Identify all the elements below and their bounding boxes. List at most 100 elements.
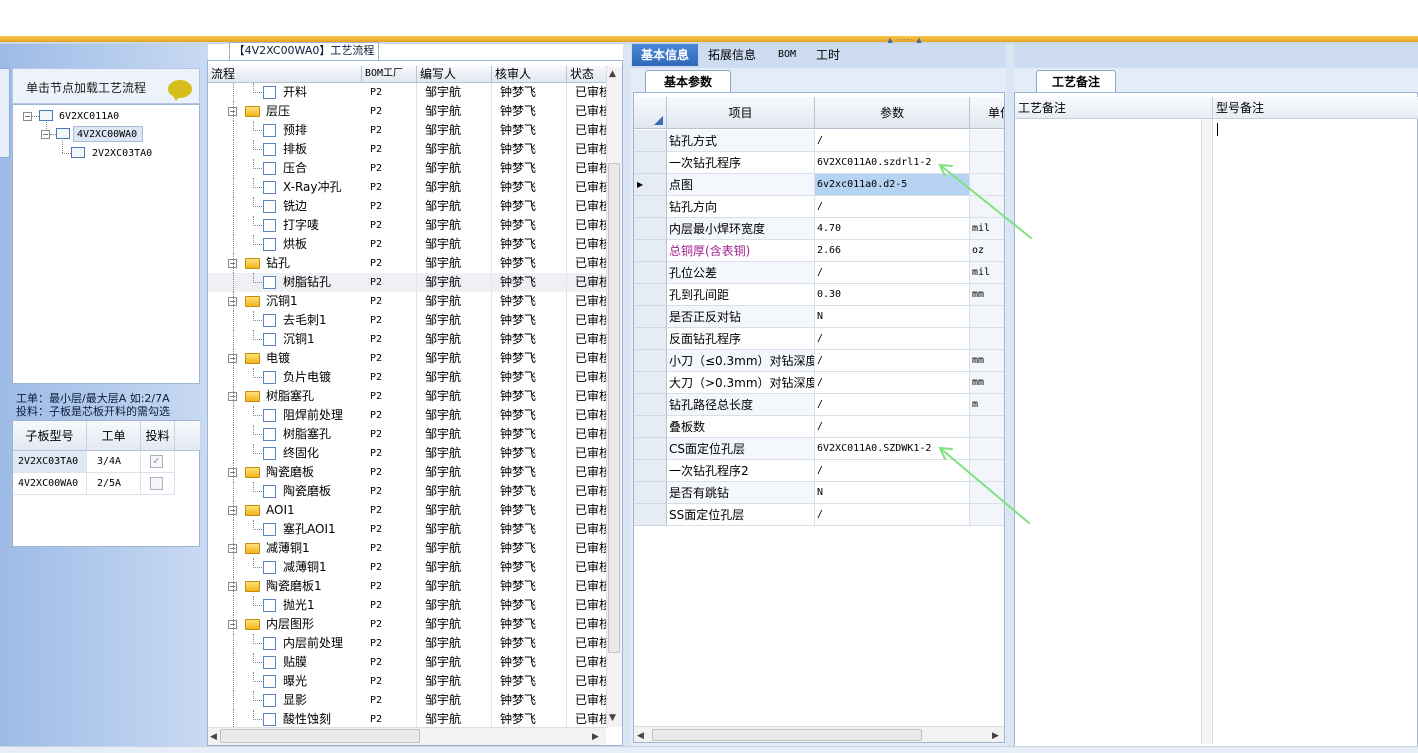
process-row[interactable]: − 沉铜1 P2 邹宇航 钟梦飞 已审核 <box>208 292 608 311</box>
process-name[interactable]: 树脂钻孔 <box>283 273 362 292</box>
tab-extended-info[interactable]: 拓展信息 <box>700 44 764 66</box>
process-name[interactable]: 排板 <box>283 140 362 159</box>
param-value[interactable]: / <box>815 196 970 218</box>
process-name[interactable]: AOI1 <box>266 501 362 520</box>
row-selector[interactable] <box>634 394 667 416</box>
param-value[interactable]: N <box>815 306 970 328</box>
process-row[interactable]: 沉铜1 P2 邹宇航 钟梦飞 已审核 <box>208 330 608 349</box>
process-row[interactable]: 预排 P2 邹宇航 钟梦飞 已审核 <box>208 121 608 140</box>
param-row[interactable]: 小刀（≤0.3mm）对钻深度 / mm <box>634 350 1004 372</box>
process-row[interactable]: 排板 P2 邹宇航 钟梦飞 已审核 <box>208 140 608 159</box>
param-row[interactable]: SS面定位孔层 / <box>634 504 1004 526</box>
col-header-item[interactable]: 项目 <box>667 97 815 129</box>
row-selector[interactable] <box>634 196 667 218</box>
process-name[interactable]: 烘板 <box>283 235 362 254</box>
process-name[interactable]: 负片电镀 <box>283 368 362 387</box>
tree-node-label[interactable]: 6V2XC011A0 <box>59 111 119 122</box>
param-row[interactable]: ▶ 点图 6v2xc011a0.d2-5 <box>634 174 1004 196</box>
process-row[interactable]: − AOI1 P2 邹宇航 钟梦飞 已审核 <box>208 501 608 520</box>
row-selector[interactable]: ▶ <box>634 174 667 196</box>
row-selector[interactable] <box>634 306 667 328</box>
row-selector[interactable] <box>634 372 667 394</box>
param-value[interactable]: N <box>815 482 970 504</box>
col-header-factory[interactable]: BOM工厂 <box>362 66 417 83</box>
process-row[interactable]: 打字唛 P2 邹宇航 钟梦飞 已审核 <box>208 216 608 235</box>
process-vertical-scroll-thumb[interactable] <box>608 163 620 653</box>
sub-order-cell[interactable]: 2/5A <box>87 473 141 495</box>
left-vertical-tab[interactable] <box>0 68 10 158</box>
param-row[interactable]: 钻孔路径总长度 / m <box>634 394 1004 416</box>
tab-process-remarks[interactable]: 工艺备注 <box>1036 70 1116 92</box>
scroll-up-arrow-icon[interactable]: ▲ <box>609 69 616 79</box>
process-name[interactable]: 铣边 <box>283 197 362 216</box>
process-name[interactable]: 沉铜1 <box>266 292 362 311</box>
process-row[interactable]: 贴膜 P2 邹宇航 钟梦飞 已审核 <box>208 653 608 672</box>
tab-basic-info[interactable]: 基本信息 <box>632 44 698 66</box>
process-row[interactable]: − 钻孔 P2 邹宇航 钟梦飞 已审核 <box>208 254 608 273</box>
tree-node-label[interactable]: 2V2XC03TA0 <box>92 148 152 159</box>
scroll-right-arrow-icon[interactable]: ▶ <box>592 732 599 742</box>
param-row[interactable]: 大刀（>0.3mm）对钻深度 / mm <box>634 372 1004 394</box>
param-row[interactable]: 是否有跳钻 N <box>634 482 1004 504</box>
process-row[interactable]: − 内层图形 P2 邹宇航 钟梦飞 已审核 <box>208 615 608 634</box>
param-row[interactable]: 一次钻孔程序2/ <box>634 460 1004 482</box>
right-splitter[interactable] <box>1006 44 1014 753</box>
process-row[interactable]: − 陶瓷磨板 P2 邹宇航 钟梦飞 已审核 <box>208 463 608 482</box>
row-selector[interactable] <box>634 350 667 372</box>
row-selector[interactable] <box>634 438 667 460</box>
row-selector[interactable] <box>634 152 667 174</box>
board-tree[interactable]: − 6V2XC011A0 − 4V2XC00WA0 2V2XC03TA0 <box>12 104 200 384</box>
process-row[interactable]: 减薄铜1 P2 邹宇航 钟梦飞 已审核 <box>208 558 608 577</box>
param-value[interactable]: 0.30 <box>815 284 970 306</box>
middle-splitter[interactable] <box>623 44 631 753</box>
process-row[interactable]: 阻焊前处理 P2 邹宇航 钟梦飞 已审核 <box>208 406 608 425</box>
process-name[interactable]: 内层前处理 <box>283 634 362 653</box>
process-row[interactable]: − 树脂塞孔 P2 邹宇航 钟梦飞 已审核 <box>208 387 608 406</box>
row-selector[interactable] <box>634 218 667 240</box>
row-selector[interactable] <box>634 240 667 262</box>
process-name[interactable]: 钻孔 <box>266 254 362 273</box>
process-row[interactable]: 曝光 P2 邹宇航 钟梦飞 已审核 <box>208 672 608 691</box>
process-name[interactable]: 减薄铜1 <box>266 539 362 558</box>
process-name[interactable]: 预排 <box>283 121 362 140</box>
param-row[interactable]: 一次钻孔程序 6V2XC011A0.szdrl1-2 <box>634 152 1004 174</box>
col-header-order[interactable]: 工单 <box>87 421 141 451</box>
process-name[interactable]: 塞孔AOI1 <box>283 520 362 539</box>
process-name[interactable]: 曝光 <box>283 672 362 691</box>
col-header-model[interactable]: 子板型号 <box>13 421 87 451</box>
tab-work-hours[interactable]: 工时 <box>808 44 848 66</box>
process-name[interactable]: 沉铜1 <box>283 330 362 349</box>
scroll-down-arrow-icon[interactable]: ▼ <box>609 713 616 723</box>
param-row[interactable]: 孔位公差 / mil <box>634 262 1004 284</box>
row-selector[interactable] <box>634 130 667 152</box>
param-row[interactable]: CS面定位孔层 6V2XC011A0.SZDWK1-2 <box>634 438 1004 460</box>
feed-checkbox[interactable]: ✓ <box>150 455 163 468</box>
param-value[interactable]: 2.66 <box>815 240 970 262</box>
process-row[interactable]: − 层压 P2 邹宇航 钟梦飞 已审核 <box>208 102 608 121</box>
process-row[interactable]: 终固化 P2 邹宇航 钟梦飞 已审核 <box>208 444 608 463</box>
scroll-right-arrow-icon[interactable]: ▶ <box>992 731 999 741</box>
process-row[interactable]: − 减薄铜1 P2 邹宇航 钟梦飞 已审核 <box>208 539 608 558</box>
process-row[interactable]: 树脂钻孔 P2 邹宇航 钟梦飞 已审核 <box>208 273 608 292</box>
process-name[interactable]: 开料 <box>283 83 362 102</box>
process-name[interactable]: 去毛刺1 <box>283 311 362 330</box>
row-selector[interactable] <box>634 328 667 350</box>
process-row[interactable]: 抛光1 P2 邹宇航 钟梦飞 已审核 <box>208 596 608 615</box>
scroll-left-arrow-icon[interactable]: ◀ <box>637 731 644 741</box>
model-remarks-textarea[interactable] <box>1215 121 1415 741</box>
param-value[interactable]: / <box>815 460 970 482</box>
process-row[interactable]: 铣边 P2 邹宇航 钟梦飞 已审核 <box>208 197 608 216</box>
params-grid[interactable]: 项目 参数 单位 钻孔方式/一次钻孔程序6V2XC011A0.szdrl1-2▶… <box>633 92 1005 743</box>
process-name[interactable]: 贴膜 <box>283 653 362 672</box>
param-value[interactable]: 6V2XC011A0.SZDWK1-2 <box>815 438 970 460</box>
process-name[interactable]: 陶瓷磨板1 <box>266 577 362 596</box>
col-header-param[interactable]: 参数 <box>815 97 970 129</box>
param-value[interactable]: 4.70 <box>815 218 970 240</box>
process-name[interactable]: 层压 <box>266 102 362 121</box>
sub-model-cell[interactable]: 2V2XC03TA0 <box>13 451 87 473</box>
row-selector[interactable] <box>634 504 667 526</box>
collapse-grip-handle[interactable]: ▲ ····· ▲ <box>880 36 930 44</box>
process-row[interactable]: 去毛刺1 P2 邹宇航 钟梦飞 已审核 <box>208 311 608 330</box>
param-value[interactable]: / <box>815 372 970 394</box>
param-value[interactable]: / <box>815 130 970 152</box>
